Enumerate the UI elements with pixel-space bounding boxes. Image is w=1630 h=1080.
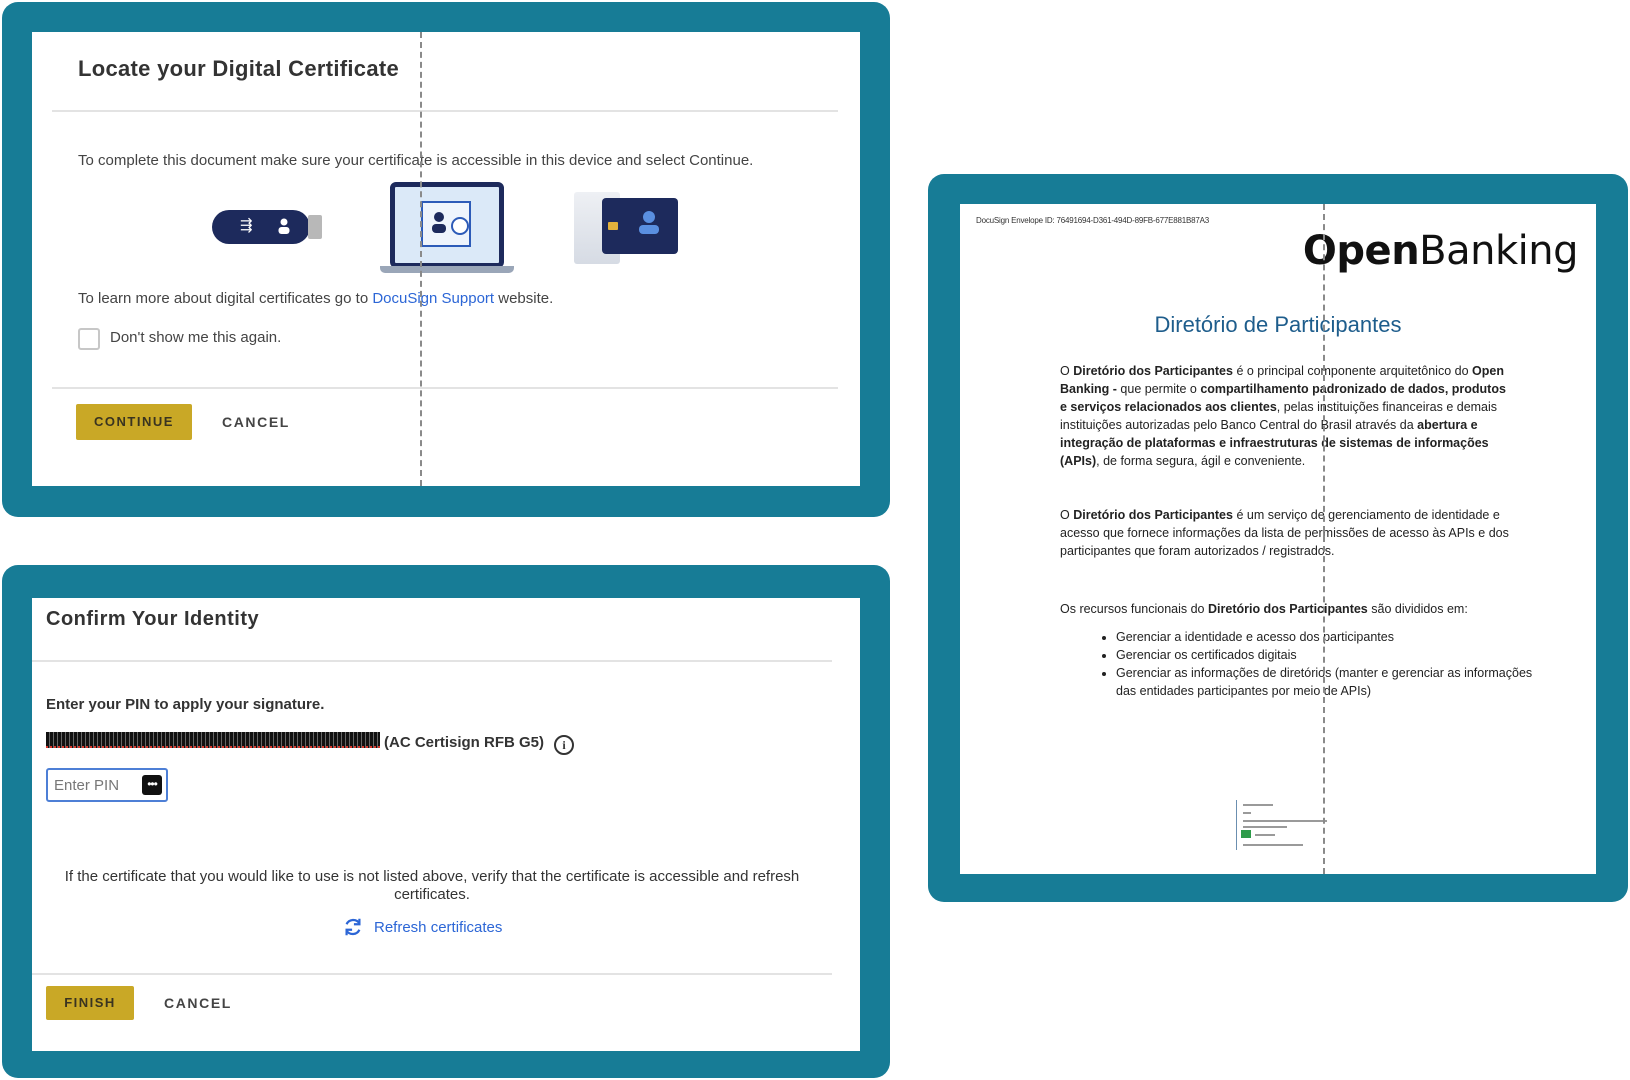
redacted-certificate-holder [46, 732, 380, 748]
paragraph-service: O Diretório dos Participantes é um servi… [1060, 508, 1509, 558]
certificate-name: (AC Certisign RFB G5) [384, 734, 545, 751]
pin-instruction: Enter your PIN to apply your signature. [46, 696, 325, 713]
list-item: Gerenciar os certificados digitais [1116, 646, 1536, 664]
certificate-row[interactable]: (AC Certisign RFB G5) i [46, 732, 575, 755]
dialog-title: Confirm Your Identity [46, 608, 260, 630]
page-divider-line [1323, 204, 1325, 874]
learn-more-text: To learn more about digital certificates… [78, 290, 554, 307]
dont-show-again-label[interactable]: Don't show me this again. [110, 329, 281, 346]
confirm-identity-dialog: Confirm Your Identity Enter your PIN to … [32, 598, 860, 1051]
page-divider-line [420, 32, 422, 486]
open-banking-logo: OpenBanking [1302, 228, 1579, 274]
divider [32, 660, 832, 662]
instruction-text: To complete this document make sure your… [78, 152, 754, 169]
list-item: Gerenciar as informações de diretórios (… [1116, 664, 1536, 700]
info-icon[interactable]: i [554, 735, 575, 755]
divider [52, 387, 838, 389]
certificate-note: If the certificate that you would like t… [64, 868, 800, 903]
pin-field[interactable]: ••• [46, 768, 168, 802]
document-page: DocuSign Envelope ID: 76491694-D361-494D… [960, 204, 1596, 874]
document-title: Diretório de Participantes [1154, 312, 1402, 337]
finish-button[interactable]: FINISH [46, 986, 134, 1020]
paragraph-features: Os recursos funcionais do Diretório dos … [1060, 602, 1468, 616]
pin-input[interactable] [54, 774, 134, 796]
dont-show-again-checkbox[interactable] [78, 328, 100, 350]
dialog-title: Locate your Digital Certificate [78, 56, 400, 81]
divider [32, 973, 832, 975]
refresh-icon [345, 918, 361, 936]
list-item: Gerenciar a identidade e acesso dos part… [1116, 628, 1536, 646]
device-illustrations: ⇶ [212, 182, 732, 292]
password-manager-icon[interactable]: ••• [142, 775, 162, 795]
feature-list: Gerenciar a identidade e acesso dos part… [1098, 628, 1536, 700]
docusign-support-link[interactable]: DocuSign Support [372, 290, 494, 307]
divider [52, 110, 838, 112]
paragraph-intro: O Diretório dos Participantes é o princi… [1060, 364, 1506, 468]
cancel-button[interactable]: CANCEL [222, 414, 290, 430]
refresh-certificates-link[interactable]: Refresh certificates [342, 916, 502, 938]
locate-certificate-dialog: Locate your Digital Certificate To compl… [32, 32, 860, 486]
envelope-id: DocuSign Envelope ID: 76491694-D361-494D… [976, 216, 1210, 225]
signature-stamp [1236, 800, 1333, 850]
continue-button[interactable]: CONTINUE [76, 404, 192, 440]
cancel-button[interactable]: CANCEL [164, 995, 232, 1011]
